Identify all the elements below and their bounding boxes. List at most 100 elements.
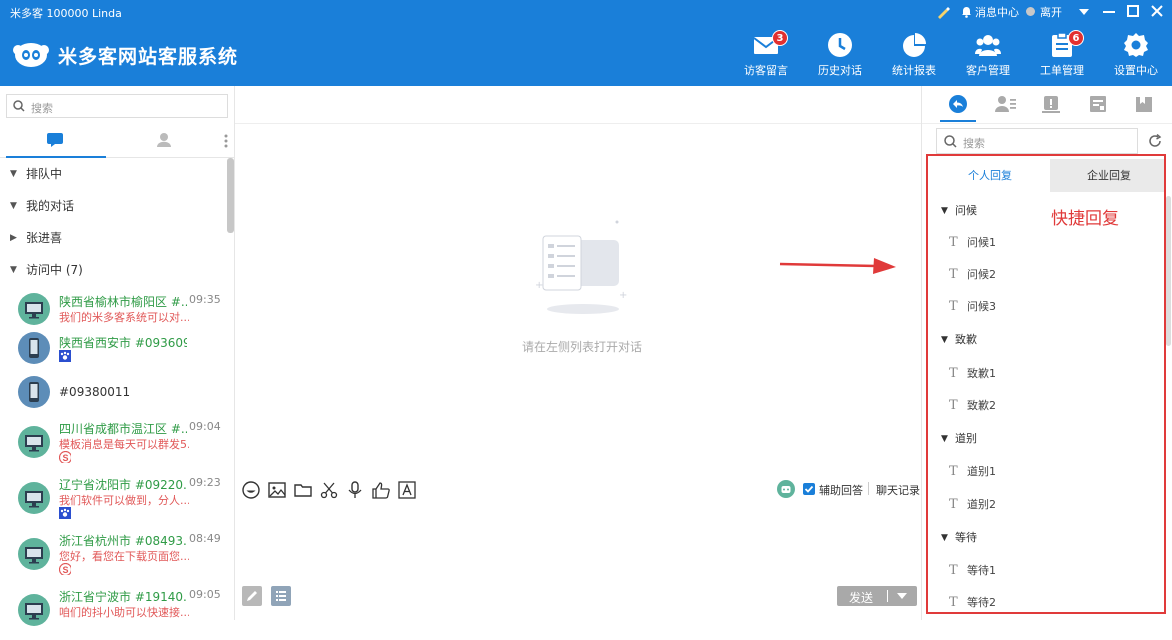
group-zhang[interactable]: ▶ 张进喜: [0, 224, 228, 252]
tab-visitor-info[interactable]: [994, 94, 1018, 116]
assist-checkbox[interactable]: [803, 483, 815, 495]
weibo-icon: S: [59, 451, 71, 463]
bell-icon: [962, 7, 971, 18]
close-icon[interactable]: [1151, 5, 1163, 17]
mobile-icon: [29, 382, 39, 402]
list-button[interactable]: [271, 586, 291, 606]
folder-icon[interactable]: [293, 480, 313, 500]
conversation-item[interactable]: 浙江省宁波市 #19140... 09:05 咱们的抖小助可以快速接...: [0, 584, 228, 640]
search-placeholder: 搜索: [963, 137, 985, 150]
reply-item[interactable]: T 道别1: [931, 457, 1156, 487]
caret-down-icon: ▼: [941, 335, 948, 345]
title-bar: 米多客 100000 Linda 消息中心 离开: [0, 0, 1172, 24]
list-icon: [276, 591, 286, 601]
visitor-name: 陕西省西安市 #093609...: [59, 336, 187, 350]
tab-alerts[interactable]: [1040, 94, 1064, 116]
reply-group[interactable]: ▼ 致歉: [931, 325, 1156, 355]
avatar: [18, 594, 50, 626]
tab-personal-replies[interactable]: 个人回复: [931, 159, 1049, 192]
tab-notes[interactable]: [1132, 94, 1156, 116]
reply-item[interactable]: T 等待1: [931, 556, 1156, 586]
reply-item[interactable]: T 问候1: [931, 228, 1156, 258]
conversation-item[interactable]: 辽宁省沈阳市 #09220... 09:23 我们软件可以做到，分人...: [0, 472, 228, 528]
text-format-icon[interactable]: [397, 480, 417, 500]
desktop-icon: [25, 603, 43, 620]
quick-reply-search[interactable]: 搜索: [936, 128, 1138, 154]
status-label[interactable]: 离开: [1040, 4, 1062, 20]
dropdown-chevron-icon[interactable]: [1079, 9, 1089, 15]
message-center-link[interactable]: 消息中心: [975, 4, 1019, 20]
visitor-name: 四川省成都市温江区 #...: [59, 422, 187, 436]
microphone-icon[interactable]: [345, 480, 365, 500]
quick-reply-scrollbar[interactable]: [1166, 196, 1171, 346]
weibo-icon: S: [59, 563, 71, 575]
emoji-icon[interactable]: [241, 480, 261, 500]
visitor-last-message: 咱们的抖小助可以快速接...: [59, 606, 189, 619]
reply-item-label: 等待1: [967, 564, 996, 577]
reply-group-label: 致歉: [955, 333, 977, 346]
group-queue[interactable]: ▼ 排队中: [0, 160, 228, 188]
nav-history[interactable]: 历史对话: [810, 32, 870, 78]
group-label: 我的对话: [26, 199, 75, 213]
chevron-down-icon[interactable]: [897, 593, 907, 599]
reply-item[interactable]: T 致歉1: [931, 359, 1156, 389]
active-indicator: [940, 120, 976, 122]
tab-company-replies[interactable]: 企业回复: [1050, 159, 1164, 192]
reply-item[interactable]: T 问候3: [931, 292, 1156, 322]
reply-item-label: 致歉2: [967, 399, 996, 412]
avatar: [18, 332, 50, 364]
nav-statistics[interactable]: 统计报表: [884, 32, 944, 78]
group-my-conversations[interactable]: ▼ 我的对话: [0, 192, 228, 220]
pen-icon[interactable]: [936, 5, 950, 19]
scissors-icon[interactable]: [319, 480, 339, 500]
reply-group[interactable]: ▼ 等待: [931, 523, 1156, 553]
caret-down-icon: ▼: [10, 169, 17, 179]
minimize-icon[interactable]: [1103, 11, 1115, 13]
search-input[interactable]: 搜索: [6, 94, 228, 118]
send-button[interactable]: 发送: [837, 586, 917, 606]
reply-item-label: 道别2: [967, 498, 996, 511]
search-icon: [944, 135, 957, 148]
nav-settings[interactable]: 设置中心: [1106, 32, 1166, 78]
reply-item[interactable]: T 致歉2: [931, 391, 1156, 421]
nav-visitor-messages[interactable]: 3 访客留言: [736, 30, 796, 78]
edit-button[interactable]: [242, 586, 262, 606]
person-icon: [157, 133, 171, 147]
svg-text:S: S: [62, 453, 68, 463]
sidebar-scrollbar[interactable]: [227, 158, 234, 233]
chat-area: + + 请在左侧列表打开对话 辅助回答 聊天记录 发送: [235, 86, 921, 620]
refresh-icon[interactable]: [1148, 134, 1162, 148]
nav-customers[interactable]: 客户管理: [958, 32, 1018, 78]
nav-tickets[interactable]: 6 工单管理: [1032, 30, 1092, 78]
reply-item[interactable]: T 道别2: [931, 490, 1156, 520]
visitor-messages-badge: 3: [772, 30, 788, 46]
visitor-name: 辽宁省沈阳市 #09220...: [59, 478, 187, 492]
tickets-badge: 6: [1068, 30, 1084, 46]
conversation-sidebar: 搜索 ▼ 排队中 ▼ 我的对话 ▶ 张进喜 ▼ 访问中 (7) 陕西省榆林市榆阳区 #.…: [0, 86, 235, 626]
visitor-time: 09:35: [189, 293, 221, 306]
paw-icon: [59, 350, 71, 362]
reply-item[interactable]: T 问候2: [931, 260, 1156, 290]
tab-quick-reply[interactable]: [940, 94, 976, 122]
chat-bubble-icon: [47, 133, 63, 147]
maximize-icon[interactable]: [1127, 5, 1139, 17]
reply-group[interactable]: ▼ 道别: [931, 424, 1156, 454]
conversation-item[interactable]: 四川省成都市温江区 #... 09:04 模板消息是每天可以群发5... S: [0, 416, 228, 472]
tab-conversations[interactable]: [6, 124, 106, 158]
group-visiting[interactable]: ▼ 访问中 (7): [0, 256, 228, 284]
thumbs-up-icon[interactable]: [371, 480, 391, 500]
tab-orders[interactable]: [1086, 94, 1110, 116]
chat-history-link[interactable]: 聊天记录: [876, 482, 920, 498]
text-icon: T: [949, 464, 958, 479]
more-vertical-icon[interactable]: [224, 134, 228, 148]
reply-item[interactable]: T 等待2: [931, 588, 1156, 612]
pencil-icon: [247, 591, 257, 601]
tools-panel: 搜索 个人回复 企业回复 ▼ 问候 T 问候1 T 问候2 T 问候3 ▼ 致歉 T 致歉1…: [921, 86, 1172, 620]
conversation-item[interactable]: 浙江省杭州市 #08493... 08:49 您好，看您在下载页面您... S: [0, 528, 228, 584]
reply-group[interactable]: ▼ 问候: [931, 196, 1156, 226]
nav-label: 访客留言: [744, 64, 788, 77]
tab-contacts[interactable]: [114, 124, 214, 158]
empty-chat-illustration: + +: [535, 220, 627, 314]
image-icon[interactable]: [267, 480, 287, 500]
empty-chat-text: 请在左侧列表打开对话: [521, 340, 642, 354]
